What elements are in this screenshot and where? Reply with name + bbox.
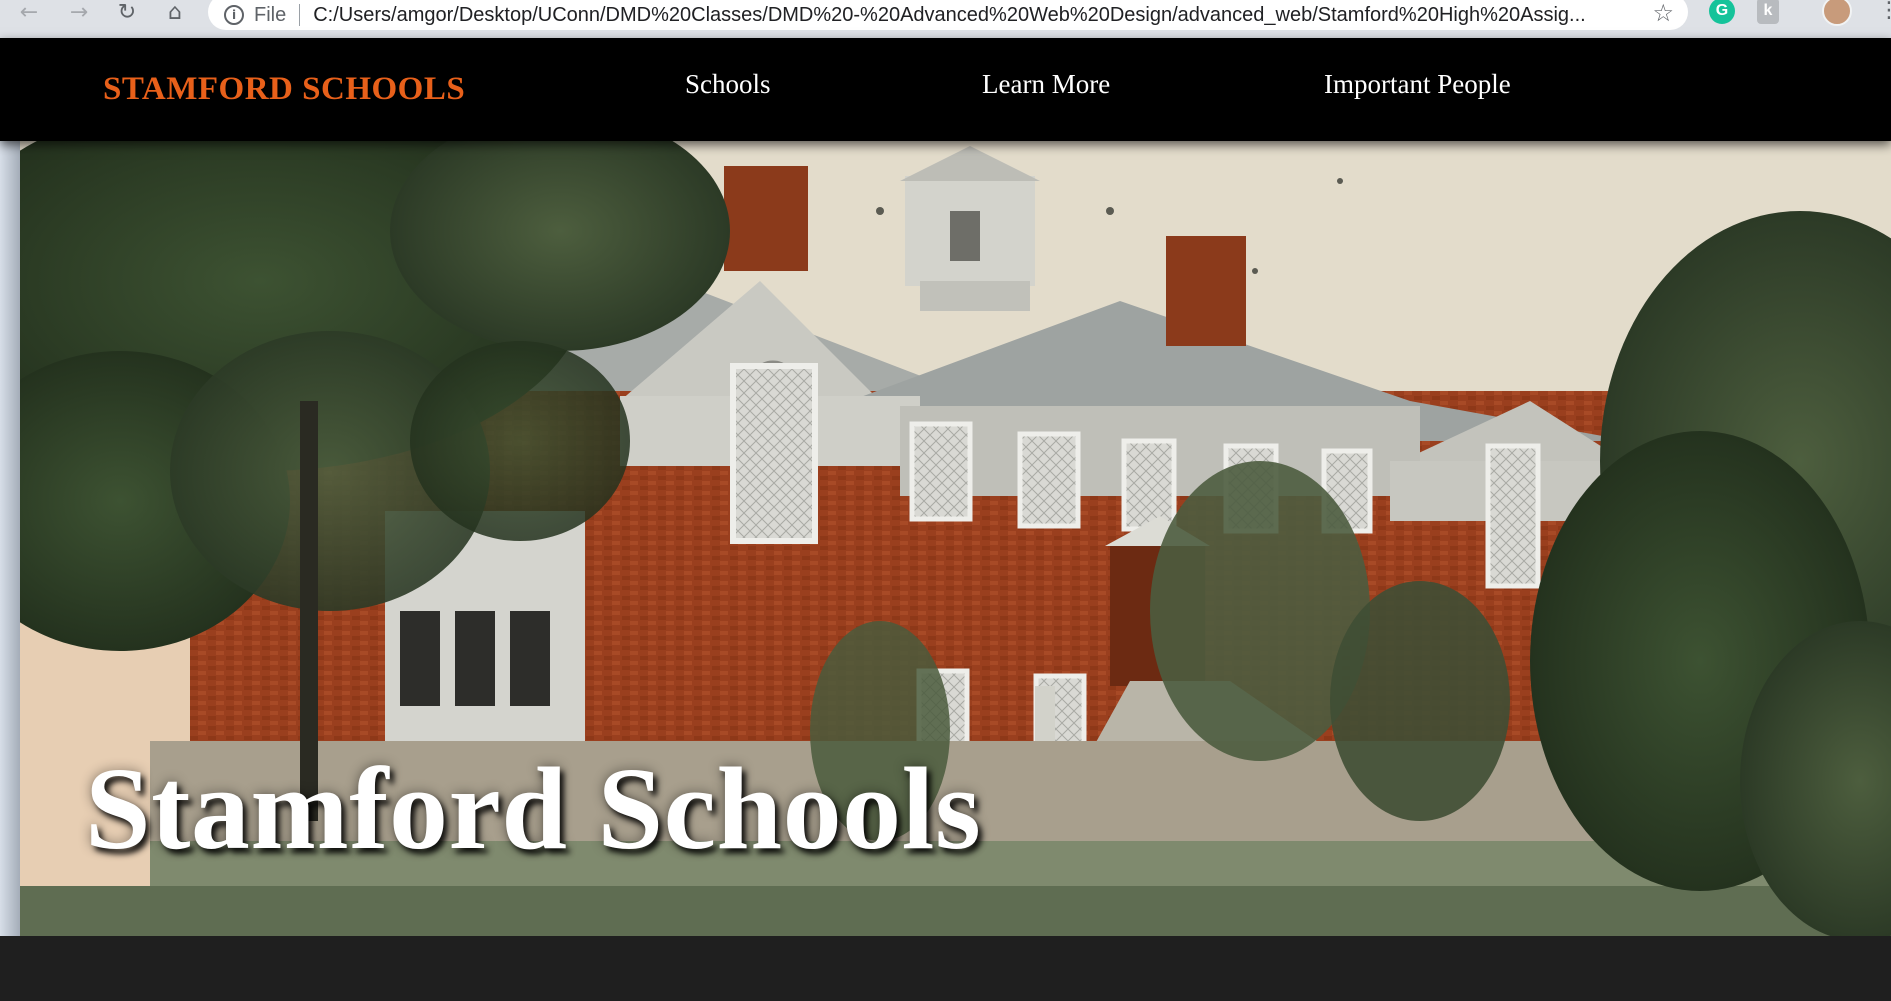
- extension-letter: k: [1763, 2, 1773, 19]
- home-icon[interactable]: ⌂: [158, 1, 192, 25]
- address-bar[interactable]: i File C:/Users/amgor/Desktop/UConn/DMD%…: [208, 0, 1688, 30]
- star-icon[interactable]: ☆: [1652, 0, 1674, 27]
- page-footer-band: [0, 936, 1891, 1001]
- extension-icon[interactable]: k: [1757, 0, 1779, 24]
- site-header: STAMFORD SCHOOLS Schools Learn More Impo…: [0, 38, 1891, 141]
- arrow-right-icon[interactable]: →: [62, 1, 96, 25]
- browser-toolbar: ← → ↻ ⌂ i File C:/Users/amgor/Desktop/UC…: [0, 0, 1891, 38]
- url-scheme: File: [254, 3, 287, 26]
- address-divider: [299, 4, 301, 26]
- grammarly-letter: G: [1715, 2, 1729, 19]
- grammarly-extension-icon[interactable]: G: [1709, 0, 1735, 24]
- nav-link-schools[interactable]: Schools: [685, 69, 771, 100]
- info-icon[interactable]: i: [224, 5, 244, 25]
- hero-title: Stamford Schools: [85, 743, 982, 874]
- hero-edge-strip: [0, 141, 20, 936]
- more-vert-icon[interactable]: ⋮: [1878, 0, 1891, 22]
- profile-avatar[interactable]: [1822, 0, 1852, 26]
- nav-link-important-people[interactable]: Important People: [1324, 69, 1511, 100]
- site-brand[interactable]: STAMFORD SCHOOLS: [103, 71, 465, 108]
- nav-link-learn-more[interactable]: Learn More: [982, 69, 1110, 100]
- hero-section: Stamford Schools: [0, 141, 1891, 936]
- arrow-left-icon[interactable]: ←: [12, 1, 46, 25]
- reload-icon[interactable]: ↻: [110, 1, 144, 25]
- url-text[interactable]: C:/Users/amgor/Desktop/UConn/DMD%20Class…: [313, 4, 1633, 27]
